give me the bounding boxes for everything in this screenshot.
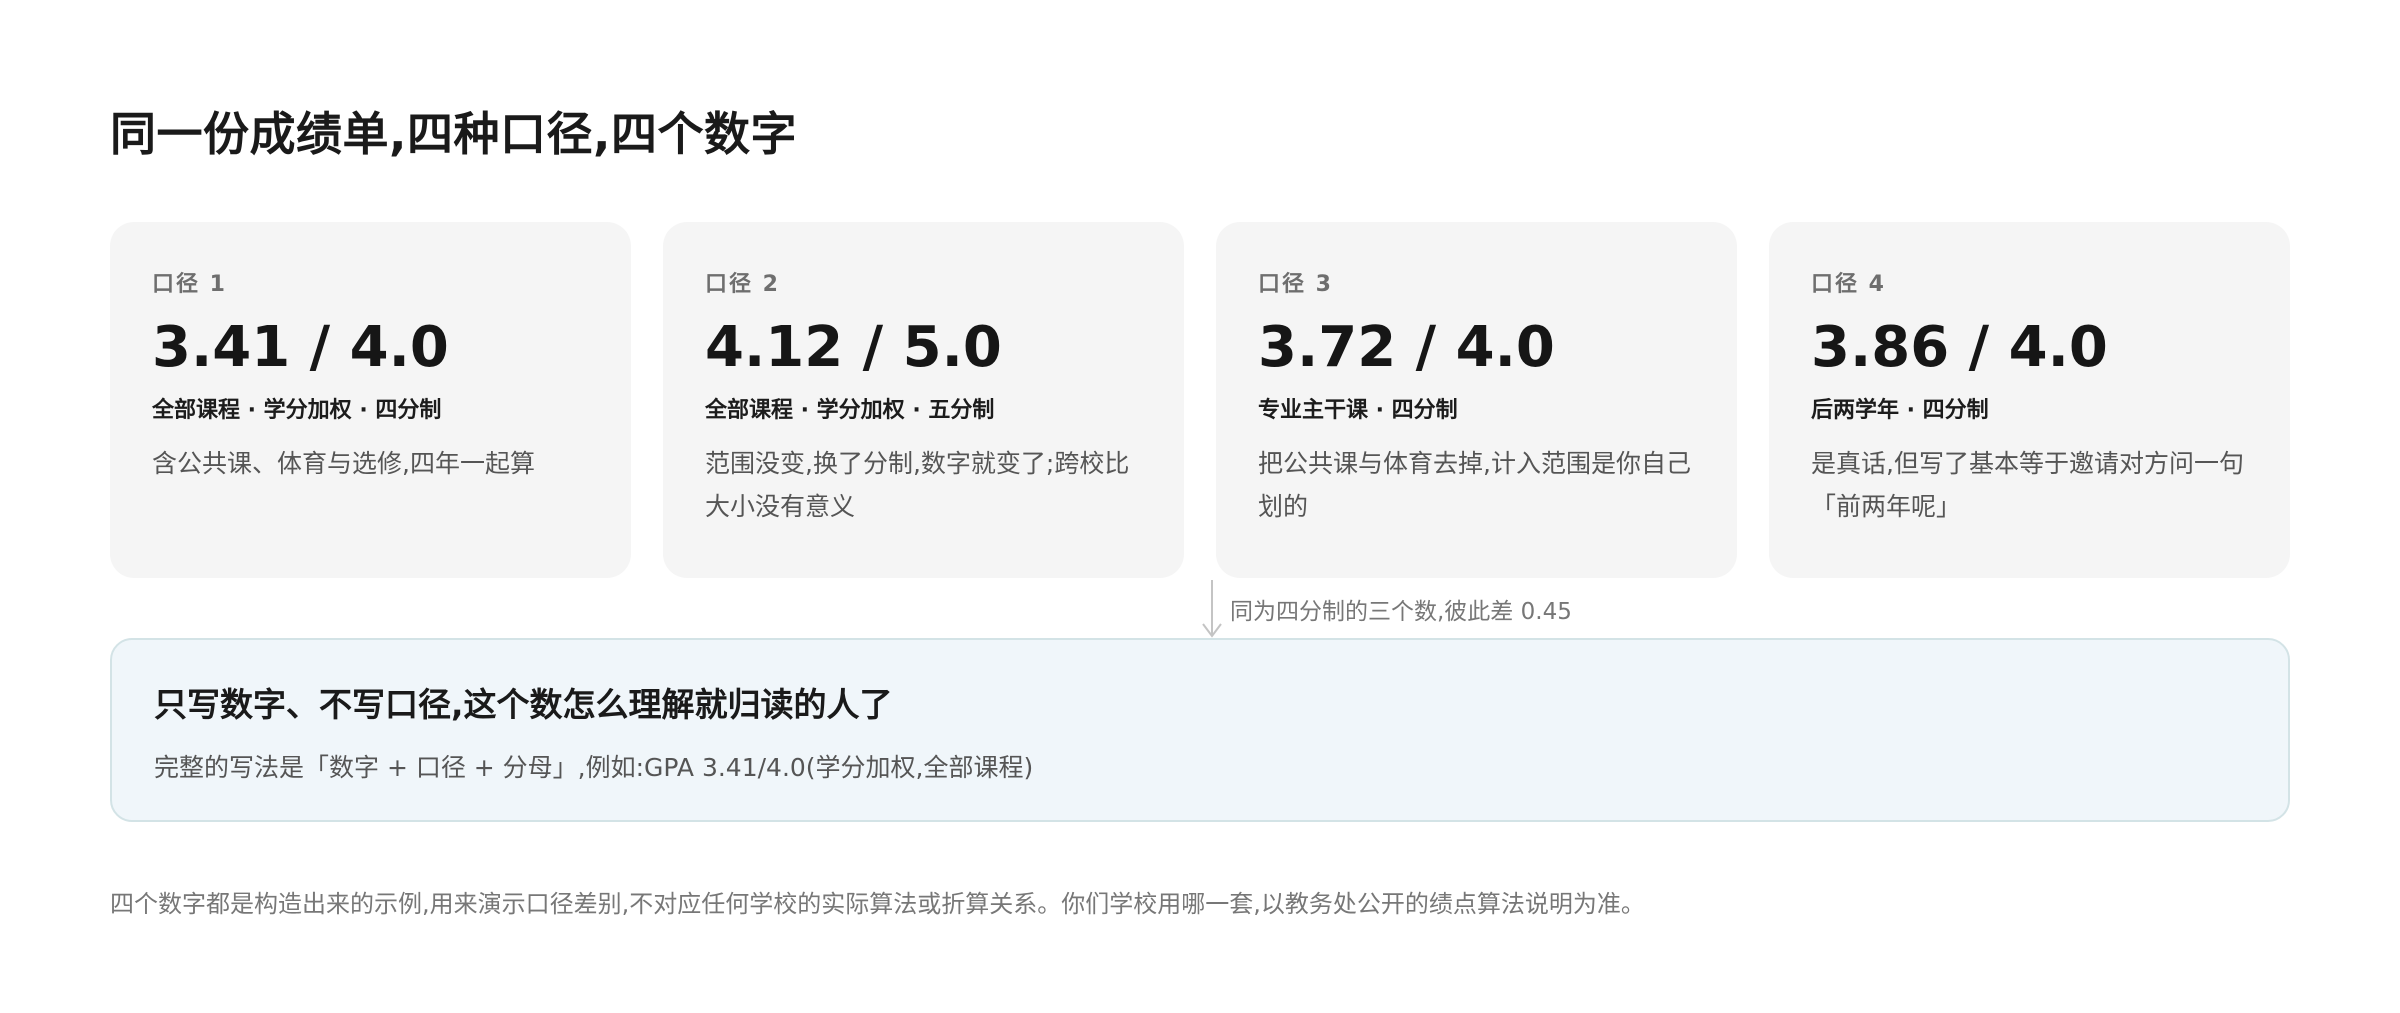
card-description: 含公共课、体育与选修,四年一起算 <box>152 449 535 478</box>
card-label: 口径 3 <box>1258 272 1333 297</box>
card-tags: 全部课程 · 学分加权 · 四分制 <box>152 398 442 423</box>
card-value: 4.12 / 5.0 <box>705 315 1002 380</box>
connector-note: 同为四分制的三个数,彼此差 0.45 <box>1230 599 1572 625</box>
card-label: 口径 2 <box>705 272 780 297</box>
cards-row: 口径 1 3.41 / 4.0 全部课程 · 学分加权 · 四分制 含公共课、体… <box>110 222 2290 578</box>
card-2: 口径 2 4.12 / 5.0 全部课程 · 学分加权 · 五分制 范围没变,换… <box>663 222 1184 578</box>
card-value: 3.72 / 4.0 <box>1258 315 1555 380</box>
page-title: 同一份成绩单,四种口径,四个数字 <box>110 107 797 161</box>
card-description: 范围没变,换了分制,数字就变了;跨校比大小没有意义 <box>705 449 1130 521</box>
callout-title: 只写数字、不写口径,这个数怎么理解就归读的人了 <box>154 685 893 724</box>
card-4: 口径 4 3.86 / 4.0 后两学年 · 四分制 是真话,但写了基本等于邀请… <box>1769 222 2290 578</box>
card-description: 是真话,但写了基本等于邀请对方问一句「前两年呢」 <box>1811 449 2244 521</box>
footnote: 四个数字都是构造出来的示例,用来演示口径差别,不对应任何学校的实际算法或折算关系… <box>110 890 1645 918</box>
card-description: 把公共课与体育去掉,计入范围是你自己划的 <box>1258 449 1691 521</box>
callout-body: 完整的写法是「数字 + 口径 + 分母」,例如:GPA 3.41/4.0(学分加… <box>154 753 1034 782</box>
down-arrow-icon <box>1202 580 1222 638</box>
card-tags: 专业主干课 · 四分制 <box>1258 398 1458 423</box>
card-3: 口径 3 3.72 / 4.0 专业主干课 · 四分制 把公共课与体育去掉,计入… <box>1216 222 1737 578</box>
card-1: 口径 1 3.41 / 4.0 全部课程 · 学分加权 · 四分制 含公共课、体… <box>110 222 631 578</box>
callout-box: 只写数字、不写口径,这个数怎么理解就归读的人了 完整的写法是「数字 + 口径 +… <box>110 638 2290 822</box>
card-value: 3.41 / 4.0 <box>152 315 449 380</box>
card-label: 口径 1 <box>152 272 227 297</box>
card-value: 3.86 / 4.0 <box>1811 315 2108 380</box>
card-tags: 后两学年 · 四分制 <box>1811 398 1989 423</box>
card-tags: 全部课程 · 学分加权 · 五分制 <box>705 398 995 423</box>
card-label: 口径 4 <box>1811 272 1886 297</box>
